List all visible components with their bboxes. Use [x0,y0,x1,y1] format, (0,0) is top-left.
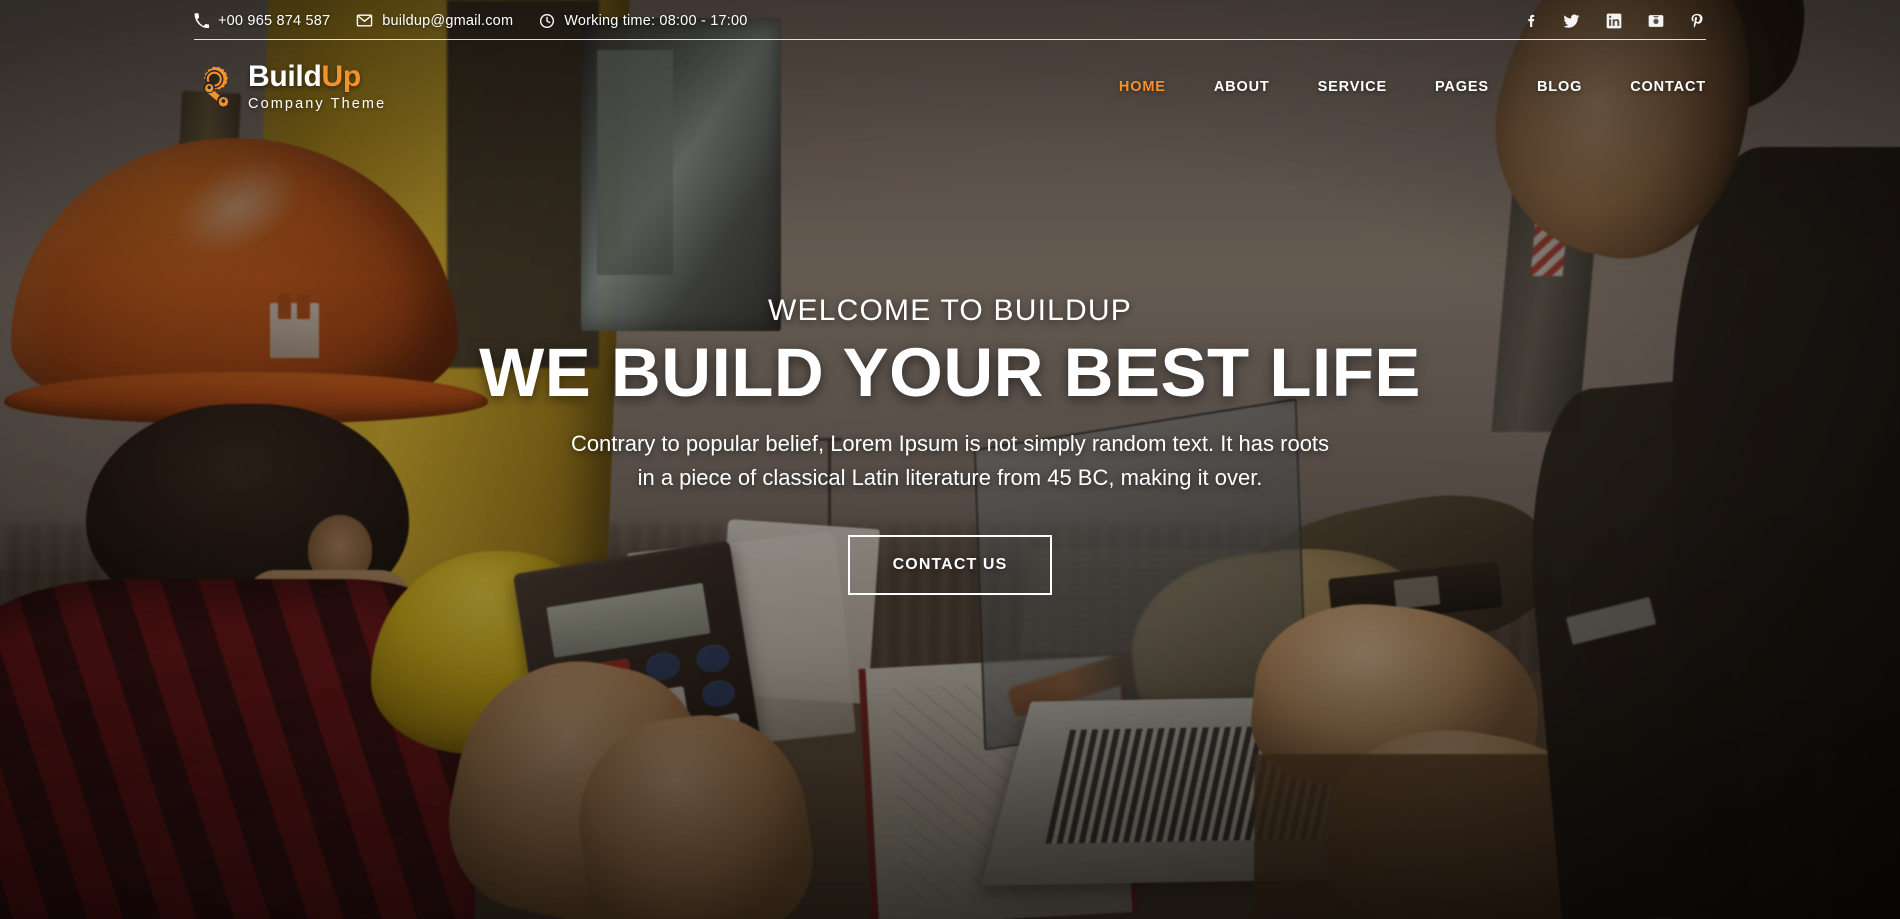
instagram-icon[interactable] [1648,13,1664,29]
working-hours: Working time: 08:00 - 17:00 [539,13,747,29]
gear-logo-icon [194,65,236,109]
contact-info-group: +00 965 874 587 buildup@gmail.com Workin… [194,12,748,29]
hero-section: WELCOME TO BUILDUP WE BUILD YOUR BEST LI… [0,0,1900,919]
nav-item-pages[interactable]: PAGES [1411,73,1513,101]
nav-links: HOME ABOUT SERVICE PAGES BLOG CONTACT [1095,73,1706,101]
email-contact[interactable]: buildup@gmail.com [356,12,513,29]
working-hours-text: Working time: 08:00 - 17:00 [564,12,748,29]
top-contact-bar: +00 965 874 587 buildup@gmail.com Workin… [194,0,1706,40]
site-header: +00 965 874 587 buildup@gmail.com Workin… [0,0,1900,112]
phone-contact[interactable]: +00 965 874 587 [194,13,330,29]
envelope-icon [356,12,373,29]
nav-item-home[interactable]: HOME [1095,73,1190,101]
nav-item-blog[interactable]: BLOG [1513,73,1606,101]
social-links-group [1524,12,1706,29]
site-logo[interactable]: BuildUp Company Theme [194,62,386,112]
phone-icon [194,13,209,28]
nav-item-about[interactable]: ABOUT [1190,73,1294,101]
hero-paragraph: Contrary to popular belief, Lorem Ipsum … [570,430,1330,490]
logo-text-group: BuildUp Company Theme [248,62,386,112]
main-navigation-bar: BuildUp Company Theme HOME ABOUT SERVICE… [194,40,1706,112]
hero-subtitle: WELCOME TO BUILDUP [768,294,1132,328]
nav-item-service[interactable]: SERVICE [1294,73,1411,101]
twitter-icon[interactable] [1563,13,1580,29]
hero-title: WE BUILD YOUR BEST LIFE [479,334,1421,412]
clock-icon [539,13,555,29]
logo-name-accent: Up [321,60,362,93]
contact-us-button[interactable]: CONTACT US [847,534,1053,595]
linkedin-icon[interactable] [1606,13,1622,29]
nav-item-contact[interactable]: CONTACT [1606,73,1706,101]
facebook-icon[interactable] [1524,13,1537,29]
email-address-text: buildup@gmail.com [382,12,514,29]
pinterest-icon[interactable] [1690,12,1704,29]
logo-name-primary: Build [248,60,322,93]
logo-title: BuildUp [248,60,361,93]
phone-number-text: +00 965 874 587 [218,12,331,29]
logo-tagline: Company Theme [248,96,387,112]
